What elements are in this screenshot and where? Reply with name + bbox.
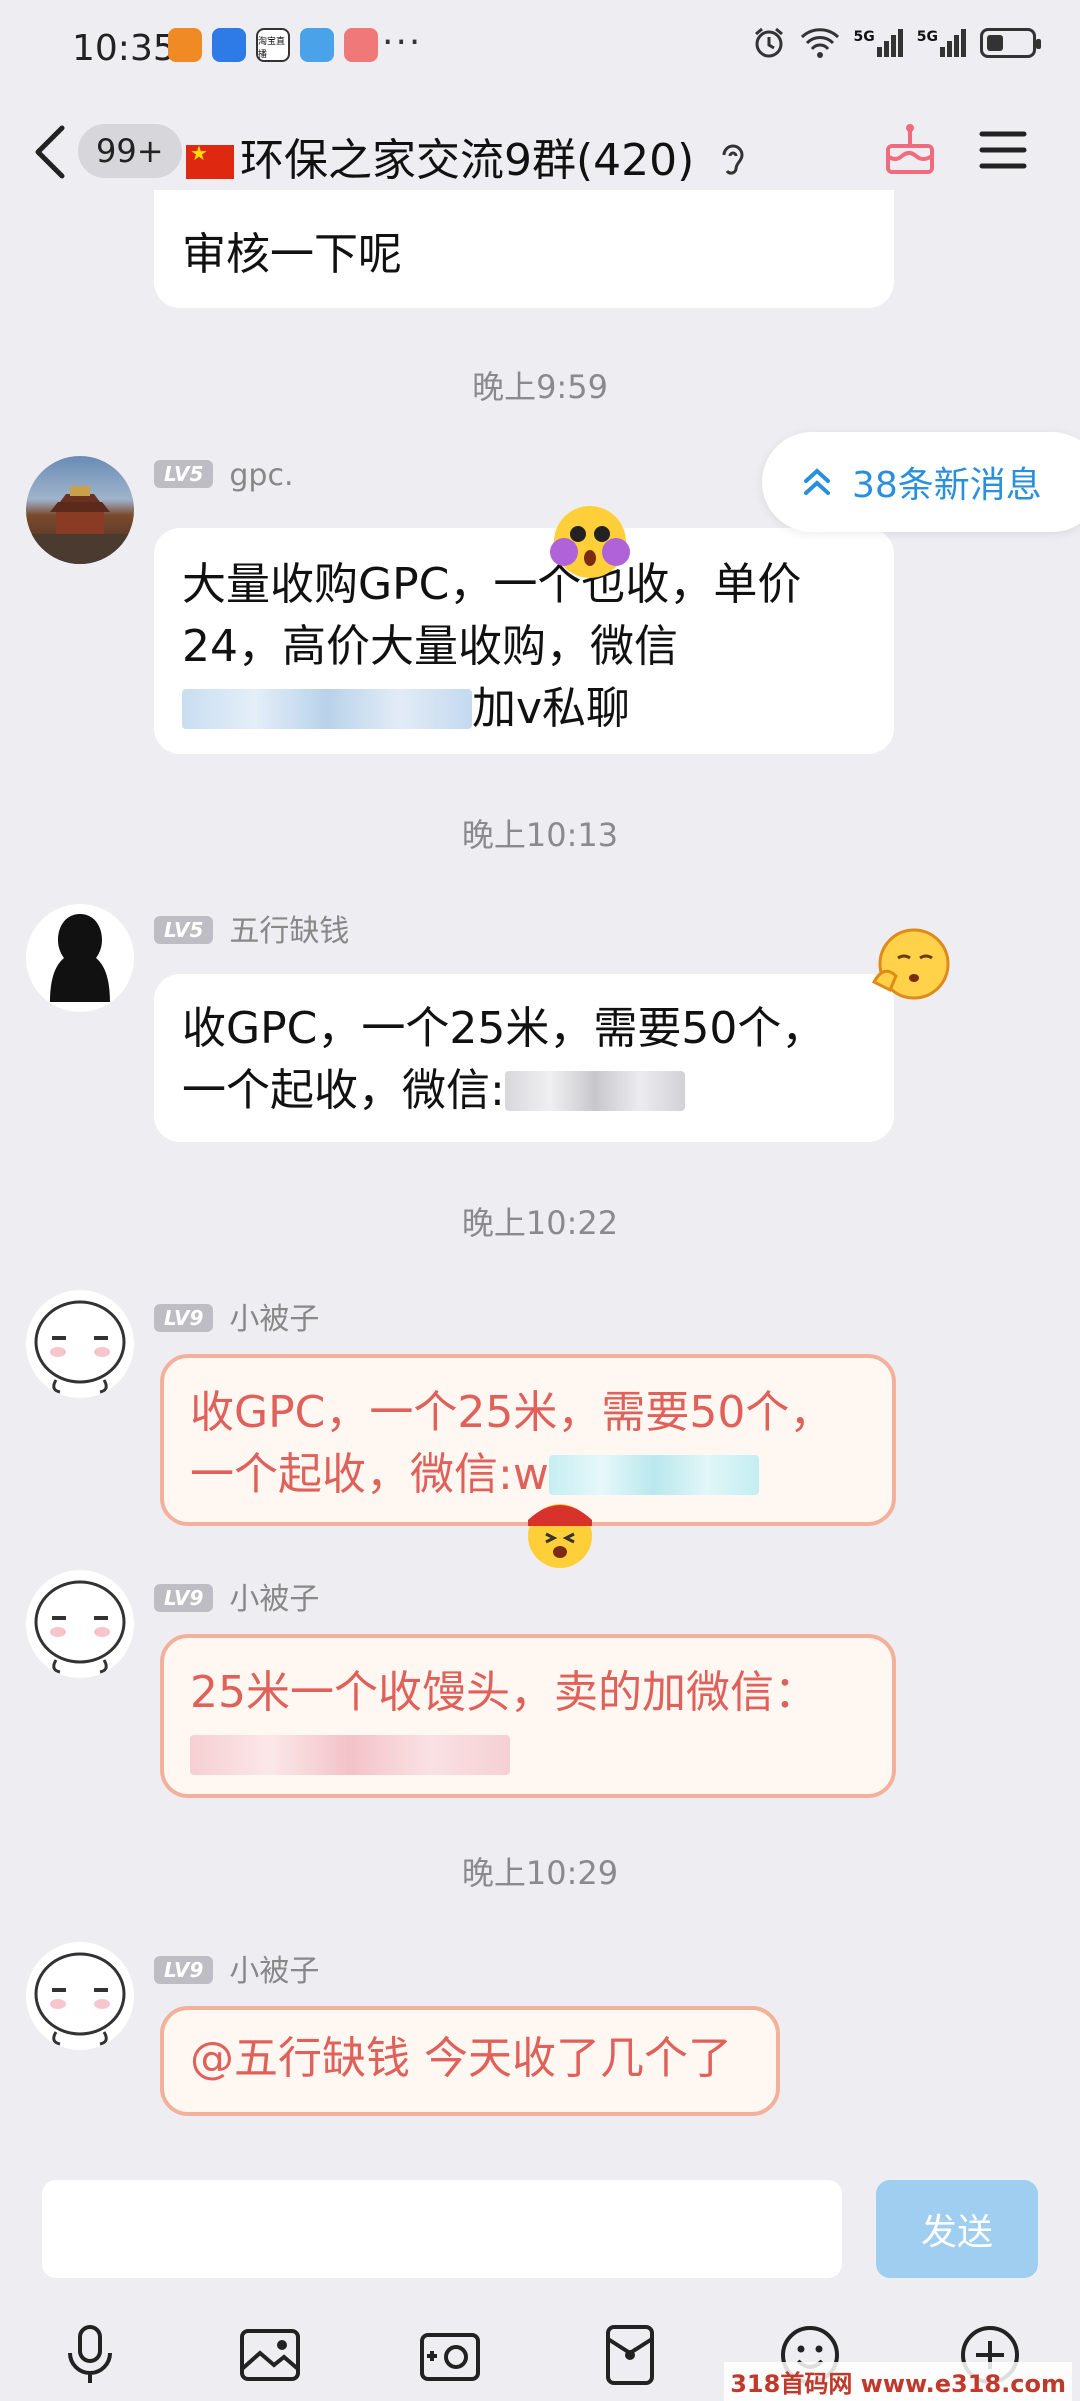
timestamp: 晚上10:29 bbox=[461, 1854, 619, 1892]
battery-icon bbox=[980, 28, 1041, 58]
more-notifications-icon: ··· bbox=[382, 22, 423, 63]
message-text: 一个起收，微信: bbox=[182, 1060, 866, 1122]
message-text: 收GPC，一个25米，需要50个， bbox=[190, 1387, 834, 1438]
temple-avatar-icon bbox=[26, 486, 134, 564]
alarm-icon bbox=[754, 27, 783, 58]
status-right-icons: 5G 5G bbox=[752, 26, 1041, 60]
microphone-icon[interactable] bbox=[55, 2320, 125, 2390]
sender-line: LV5 gpc. bbox=[154, 458, 294, 493]
message-text: 加v私聊 bbox=[182, 678, 866, 740]
unread-badge[interactable]: 99+ bbox=[78, 124, 182, 178]
level-badge: LV9 bbox=[154, 1304, 214, 1332]
message-text: 25米一个收馒头，卖的加微信： bbox=[190, 1667, 818, 1718]
camera-icon[interactable] bbox=[415, 2320, 485, 2390]
status-app-icons: 淘宝直播 bbox=[168, 28, 378, 62]
level-badge: LV5 bbox=[154, 916, 214, 944]
ear-icon bbox=[722, 144, 744, 175]
message-bubble[interactable]: 25米一个收馒头，卖的加微信： bbox=[160, 1634, 896, 1798]
message-bubble[interactable]: 审核一下呢 bbox=[154, 190, 894, 308]
image-icon[interactable] bbox=[235, 2320, 305, 2390]
sender-line: LV5 五行缺钱 bbox=[154, 906, 349, 950]
level-badge: LV9 bbox=[154, 1584, 214, 1612]
timestamp: 晚上9:59 bbox=[472, 368, 608, 406]
blurred-contact bbox=[190, 1735, 510, 1775]
level-badge: LV5 bbox=[154, 460, 214, 488]
china-flag-icon bbox=[186, 141, 234, 179]
sender-line: LV9 小被子 bbox=[154, 1294, 319, 1338]
book-app-icon bbox=[300, 28, 334, 62]
message-text: @五行缺钱 今天收了几个了 bbox=[190, 2033, 732, 2084]
sender-name[interactable]: gpc. bbox=[229, 458, 293, 493]
message-bubble[interactable]: 收GPC，一个25米，需要50个， 一个起收，微信: bbox=[154, 974, 894, 1142]
taobao-live-icon: 淘宝直播 bbox=[256, 28, 290, 62]
message-text: 24，高价大量收购，微信 bbox=[182, 621, 678, 672]
status-time: 10:35 bbox=[72, 28, 176, 69]
message-text: 审核一下呢 bbox=[182, 229, 402, 280]
message-text: 收GPC，一个25米，需要50个， bbox=[182, 1003, 826, 1054]
app-icon bbox=[344, 28, 378, 62]
cartoon-face-avatar-icon bbox=[34, 1952, 126, 2046]
new-messages-label: 38条新消息 bbox=[852, 465, 1042, 506]
app-icon bbox=[168, 28, 202, 62]
red-packet-icon[interactable] bbox=[595, 2320, 665, 2390]
watermark: 318首码网 www.e318.com bbox=[724, 2362, 1072, 2401]
wifi-icon bbox=[800, 28, 839, 58]
sender-name[interactable]: 小被子 bbox=[229, 1582, 319, 1617]
hooded-figure-avatar-icon bbox=[50, 914, 110, 1002]
hamburger-menu-icon[interactable] bbox=[978, 128, 1028, 172]
signal-5g-icon: 5G bbox=[854, 29, 903, 57]
avatar[interactable] bbox=[26, 1290, 134, 1398]
new-messages-button[interactable]: 38条新消息 bbox=[762, 432, 1080, 532]
cartoon-face-avatar-icon bbox=[34, 1300, 126, 1394]
sender-name[interactable]: 五行缺钱 bbox=[229, 914, 349, 949]
blurred-contact bbox=[504, 1071, 685, 1111]
app-icon bbox=[212, 28, 246, 62]
sender-line: LV9 小被子 bbox=[154, 1574, 319, 1618]
avatar[interactable] bbox=[26, 1570, 134, 1678]
message-text bbox=[190, 1724, 866, 1786]
emoji-sticker-icon bbox=[868, 924, 954, 1014]
blurred-contact bbox=[548, 1455, 759, 1495]
message-input[interactable] bbox=[42, 2180, 842, 2278]
avatar[interactable] bbox=[26, 456, 134, 564]
double-chevron-up-icon bbox=[804, 468, 830, 495]
sender-line: LV9 小被子 bbox=[154, 1946, 319, 1990]
timestamp: 晚上10:22 bbox=[461, 1204, 619, 1242]
group-title[interactable]: 环保之家交流9群(420) bbox=[186, 124, 748, 188]
message-text: 大量收购GPC，一个也收，单价 bbox=[182, 559, 802, 610]
emoji-sticker-icon bbox=[548, 500, 632, 599]
blurred-contact bbox=[182, 689, 472, 729]
send-button[interactable]: 发送 bbox=[876, 2180, 1038, 2278]
level-badge: LV9 bbox=[154, 1956, 214, 1984]
emoji-sticker-icon bbox=[518, 1490, 602, 1578]
message-bubble[interactable]: 大量收购GPC，一个也收，单价 24，高价大量收购，微信 加v私聊 bbox=[154, 528, 894, 754]
cartoon-face-avatar-icon bbox=[34, 1580, 126, 1674]
back-arrow-icon[interactable] bbox=[28, 122, 72, 182]
cake-icon[interactable] bbox=[880, 120, 940, 180]
sender-name[interactable]: 小被子 bbox=[229, 1954, 319, 1989]
avatar[interactable] bbox=[26, 1942, 134, 2050]
timestamp: 晚上10:13 bbox=[461, 816, 619, 854]
message-bubble[interactable]: @五行缺钱 今天收了几个了 bbox=[160, 2006, 780, 2116]
signal-5g-icon: 5G bbox=[917, 29, 966, 57]
avatar[interactable] bbox=[26, 904, 134, 1012]
sender-name[interactable]: 小被子 bbox=[229, 1302, 319, 1337]
